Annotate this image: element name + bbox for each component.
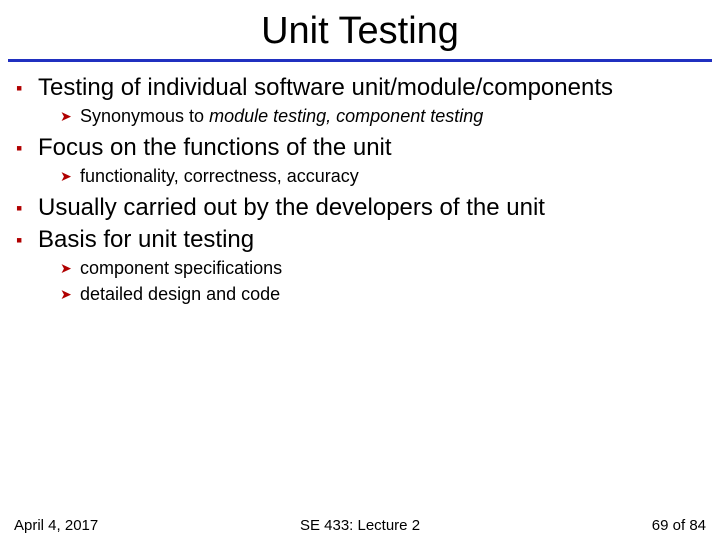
list-subitem: ➤ functionality, correctness, accuracy bbox=[60, 164, 704, 188]
footer-course: SE 433: Lecture 2 bbox=[0, 517, 720, 534]
subitem-plain: Synonymous to bbox=[80, 106, 209, 126]
list-subitem: ➤ component specifications bbox=[60, 256, 704, 280]
arrow-bullet-icon: ➤ bbox=[60, 104, 80, 128]
list-subitem-text: component specifications bbox=[80, 256, 282, 280]
list-item-text: Basis for unit testing bbox=[38, 226, 254, 254]
footer: April 4, 2017 SE 433: Lecture 2 69 of 84 bbox=[0, 517, 720, 534]
page-title: Unit Testing bbox=[0, 0, 720, 59]
list-item: ▪ Basis for unit testing bbox=[16, 226, 704, 254]
arrow-bullet-icon: ➤ bbox=[60, 164, 80, 188]
sublist: ➤ Synonymous to module testing, componen… bbox=[60, 104, 704, 128]
sublist: ➤ functionality, correctness, accuracy bbox=[60, 164, 704, 188]
square-bullet-icon: ▪ bbox=[16, 74, 38, 102]
arrow-bullet-icon: ➤ bbox=[60, 256, 80, 280]
list-subitem: ➤ Synonymous to module testing, componen… bbox=[60, 104, 704, 128]
subitem-emph: module testing, component testing bbox=[209, 106, 483, 126]
square-bullet-icon: ▪ bbox=[16, 134, 38, 162]
list-item-text: Testing of individual software unit/modu… bbox=[38, 74, 613, 102]
list-subitem-text: Synonymous to module testing, component … bbox=[80, 104, 483, 128]
sublist: ➤ component specifications ➤ detailed de… bbox=[60, 256, 704, 306]
list-subitem-text: functionality, correctness, accuracy bbox=[80, 164, 359, 188]
list-item-text: Usually carried out by the developers of… bbox=[38, 194, 545, 222]
list-subitem: ➤ detailed design and code bbox=[60, 282, 704, 306]
slide: Unit Testing ▪ Testing of individual sof… bbox=[0, 0, 720, 540]
list-subitem-text: detailed design and code bbox=[80, 282, 280, 306]
arrow-bullet-icon: ➤ bbox=[60, 282, 80, 306]
list-item: ▪ Focus on the functions of the unit bbox=[16, 134, 704, 162]
title-underline bbox=[8, 59, 712, 62]
list-item-text: Focus on the functions of the unit bbox=[38, 134, 392, 162]
square-bullet-icon: ▪ bbox=[16, 194, 38, 222]
square-bullet-icon: ▪ bbox=[16, 226, 38, 254]
list-item: ▪ Usually carried out by the developers … bbox=[16, 194, 704, 222]
content-area: ▪ Testing of individual software unit/mo… bbox=[0, 74, 720, 306]
list-item: ▪ Testing of individual software unit/mo… bbox=[16, 74, 704, 102]
